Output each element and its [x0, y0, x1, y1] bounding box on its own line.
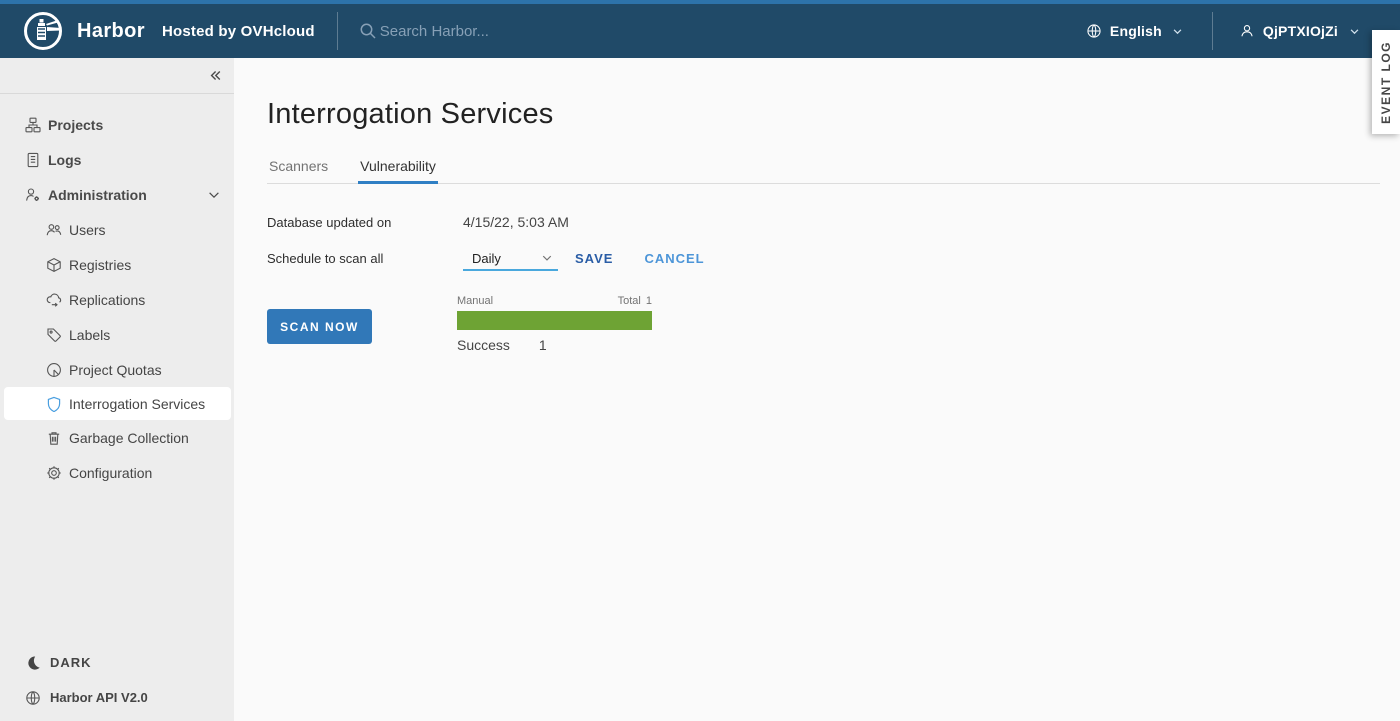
- header-right: English QjPTXIOjZi: [1086, 12, 1362, 50]
- sidebar-item-project-quotas[interactable]: Project Quotas: [0, 352, 234, 387]
- sidebar-collapse-button[interactable]: [0, 58, 234, 94]
- username-label: QjPTXIOjZi: [1263, 23, 1338, 39]
- footer-item-label: Harbor API V2.0: [50, 690, 148, 705]
- harbor-logo-icon[interactable]: [22, 10, 64, 52]
- chevron-down-icon: [1346, 23, 1362, 39]
- chart-total-label: Total: [618, 295, 641, 307]
- sidebar-item-replications[interactable]: Replications: [0, 282, 234, 317]
- search-icon: [360, 23, 376, 39]
- chart-total-value: 1: [646, 295, 652, 307]
- sidebar-item-label: Project Quotas: [69, 362, 162, 378]
- user-icon: [1239, 23, 1255, 39]
- logs-icon: [25, 152, 41, 168]
- sidebar-item-label: Garbage Collection: [69, 430, 189, 446]
- sidebar-item-label: Users: [69, 222, 106, 238]
- harbor-app: Harbor Hosted by OVHcloud English: [0, 0, 1400, 721]
- user-menu[interactable]: QjPTXIOjZi: [1239, 23, 1362, 39]
- language-label: English: [1110, 23, 1162, 39]
- chart-header: Manual Total 1: [457, 295, 652, 307]
- shield-icon: [46, 396, 62, 412]
- sidebar-item-label: Interrogation Services: [69, 396, 205, 412]
- pie-chart-icon: [46, 362, 62, 378]
- moon-icon: [25, 655, 41, 671]
- sidebar-item-logs[interactable]: Logs: [0, 142, 234, 177]
- sidebar-item-interrogation-services[interactable]: Interrogation Services: [4, 387, 231, 420]
- chevron-down-icon: [541, 250, 553, 266]
- sidebar: Projects Logs: [0, 58, 234, 721]
- brand-title: Harbor: [77, 20, 145, 43]
- sidebar-item-labels[interactable]: Labels: [0, 317, 234, 352]
- save-button[interactable]: SAVE: [575, 251, 613, 266]
- chart-status-label: Success: [457, 337, 510, 353]
- chart-bar: [457, 311, 652, 330]
- tab-bar: Scanners Vulnerability: [267, 158, 1380, 184]
- footer-item-label: DARK: [50, 655, 92, 670]
- trash-icon: [46, 430, 62, 446]
- chart-category-label: Manual: [457, 295, 493, 307]
- header-divider: [337, 12, 338, 50]
- dark-mode-toggle[interactable]: DARK: [0, 645, 234, 680]
- sidebar-item-administration[interactable]: Administration: [0, 177, 234, 212]
- globe-icon: [1086, 23, 1102, 39]
- sidebar-item-projects[interactable]: Projects: [0, 107, 234, 142]
- sidebar-item-configuration[interactable]: Configuration: [0, 455, 234, 490]
- event-log-label: EVENT LOG: [1379, 41, 1393, 124]
- language-menu[interactable]: English: [1086, 23, 1186, 39]
- database-updated-value: 4/15/22, 5:03 AM: [463, 214, 569, 230]
- sidebar-item-label: Replications: [69, 292, 145, 308]
- sidebar-nav: Projects Logs: [0, 94, 234, 490]
- schedule-select-value: Daily: [472, 251, 501, 266]
- gear-icon: [46, 465, 62, 481]
- scan-row: SCAN NOW Manual Total 1: [267, 295, 1400, 353]
- schedule-label: Schedule to scan all: [267, 251, 463, 266]
- tab-scanners[interactable]: Scanners: [267, 158, 330, 183]
- scan-summary-chart: Manual Total 1 Success 1: [457, 295, 652, 353]
- body: Projects Logs: [0, 58, 1400, 721]
- database-updated-row: Database updated on 4/15/22, 5:03 AM: [267, 214, 1400, 230]
- event-log-tab[interactable]: EVENT LOG: [1372, 30, 1400, 134]
- replications-icon: [46, 292, 62, 308]
- hosted-by-label: Hosted by OVHcloud: [162, 23, 315, 40]
- main-content: Interrogation Services Scanners Vulnerab…: [234, 58, 1400, 721]
- search-input[interactable]: [380, 23, 680, 40]
- sidebar-item-garbage-collection[interactable]: Garbage Collection: [0, 420, 234, 455]
- header-divider: [1212, 12, 1213, 50]
- administration-icon: [25, 187, 41, 203]
- page-title: Interrogation Services: [267, 98, 1400, 131]
- top-header: Harbor Hosted by OVHcloud English: [0, 0, 1400, 58]
- schedule-row: Schedule to scan all Daily SAVE CANCEL: [267, 250, 1400, 271]
- vulnerability-form: Database updated on 4/15/22, 5:03 AM Sch…: [267, 214, 1400, 353]
- global-search: [360, 23, 680, 40]
- label-tag-icon: [46, 327, 62, 343]
- harbor-api-link[interactable]: Harbor API V2.0: [0, 680, 234, 715]
- cancel-button[interactable]: CANCEL: [644, 251, 704, 266]
- chart-total: Total 1: [618, 295, 652, 307]
- sidebar-item-label: Logs: [48, 152, 81, 168]
- users-icon: [46, 222, 62, 238]
- tab-vulnerability[interactable]: Vulnerability: [358, 158, 438, 183]
- chart-bar-track: [457, 311, 652, 330]
- chevron-down-icon: [1170, 23, 1186, 39]
- scan-now-button[interactable]: SCAN NOW: [267, 309, 372, 344]
- schedule-select[interactable]: Daily: [463, 250, 558, 271]
- sidebar-item-label: Labels: [69, 327, 110, 343]
- sidebar-item-registries[interactable]: Registries: [0, 247, 234, 282]
- double-chevron-left-icon: [207, 68, 223, 84]
- sidebar-item-users[interactable]: Users: [0, 212, 234, 247]
- chart-legend: Success 1: [457, 337, 652, 353]
- sidebar-item-label: Registries: [69, 257, 131, 273]
- sidebar-item-label: Administration: [48, 187, 147, 203]
- api-globe-icon: [25, 690, 41, 706]
- database-updated-label: Database updated on: [267, 215, 463, 230]
- projects-icon: [25, 117, 41, 133]
- sidebar-item-label: Projects: [48, 117, 103, 133]
- chevron-down-icon: [207, 188, 221, 202]
- chart-status-count: 1: [539, 337, 547, 353]
- sidebar-footer: DARK Harbor API V2.0: [0, 645, 234, 721]
- registries-icon: [46, 257, 62, 273]
- sidebar-item-label: Configuration: [69, 465, 152, 481]
